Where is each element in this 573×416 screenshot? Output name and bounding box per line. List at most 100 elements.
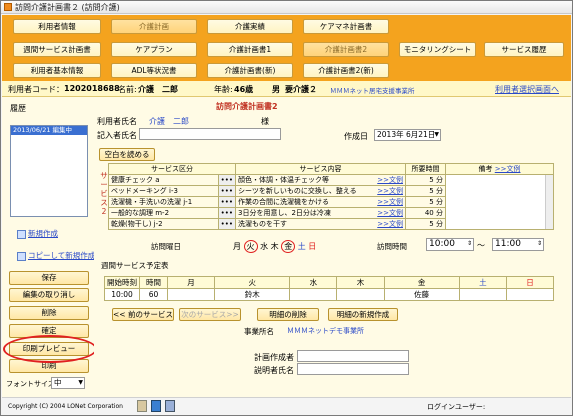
writer-input[interactable] <box>139 128 281 140</box>
menu-user-info[interactable]: 利用者情報 <box>13 19 101 34</box>
chevron-down-icon: ▼ <box>78 379 83 386</box>
day-tue[interactable]: 火 <box>243 240 258 253</box>
service-time[interactable]: 5 分 <box>405 185 446 197</box>
service-time[interactable]: 5 分 <box>405 196 446 208</box>
service-kubun[interactable]: 健康チェック a <box>108 174 219 186</box>
user-name: 介護 二郎 <box>138 85 178 94</box>
save-button[interactable]: 保存 <box>9 271 89 285</box>
example-link[interactable]: >>文例 <box>377 209 403 218</box>
more-button[interactable]: ••• <box>217 174 237 186</box>
planner-label: 計画作成者 <box>254 353 294 362</box>
settings-icon[interactable] <box>165 400 175 412</box>
history-item[interactable]: 2013/06/21 編集中 <box>11 126 87 135</box>
created-date-label: 作成日 <box>344 132 368 141</box>
book-icon[interactable] <box>137 400 147 412</box>
cancel-edit-button[interactable]: 編集の取り消し <box>9 288 89 302</box>
service-content[interactable]: 顔色・体調・体温チェック等 >>文例 <box>235 174 406 186</box>
delete-button[interactable]: 削除 <box>9 306 89 320</box>
day-wed[interactable]: 水 <box>260 242 268 251</box>
start-time-input[interactable]: 10:00 ⇕ <box>426 238 474 251</box>
day-mon[interactable]: 月 <box>233 242 241 251</box>
service-content[interactable]: 作業の合間に洗濯機をかける >>文例 <box>235 196 406 208</box>
menu-care-results[interactable]: 介護実績 <box>207 19 293 34</box>
more-button[interactable]: ••• <box>217 196 237 208</box>
col-fri: 金 <box>383 276 460 289</box>
visit-days: 月 火 水 木 金 土 日 <box>233 240 316 253</box>
service-content[interactable]: 3日分を用意し、2日分は冷凍 >>文例 <box>235 207 406 219</box>
more-button[interactable]: ••• <box>217 185 237 197</box>
table-row[interactable]: 10:00 60 鈴木 佐藤 <box>104 288 555 301</box>
note-example-link[interactable]: >>文例 <box>495 165 521 173</box>
delete-detail-button[interactable]: 明細の削除 <box>257 308 319 321</box>
cell-wed[interactable] <box>289 288 338 301</box>
visit-days-label: 訪問曜日 <box>151 242 181 251</box>
new-detail-button[interactable]: 明細の新規作成 <box>328 308 398 321</box>
spinner-icon[interactable]: ⇕ <box>537 239 542 249</box>
col-wed: 水 <box>289 276 338 289</box>
service-content[interactable]: シーツを新しいものに交換し、整える >>文例 <box>235 185 406 197</box>
menu-basic-info[interactable]: 利用者基本情報 <box>13 63 101 78</box>
cell-mon[interactable] <box>166 288 216 301</box>
spinner-icon[interactable]: ⇕ <box>467 239 472 249</box>
day-sat[interactable]: 土 <box>298 242 306 251</box>
table-row[interactable]: 健康チェック a ••• 顔色・体調・体温チェック等 >>文例 5 分 <box>108 174 554 230</box>
created-date-picker[interactable]: 2013年 6月21日 ▼ <box>374 129 441 141</box>
help-icon[interactable] <box>151 400 161 412</box>
more-button[interactable]: ••• <box>217 218 237 230</box>
menu-plan2-new[interactable]: 介護計画書2(新) <box>303 63 389 78</box>
menu-plan-1[interactable]: 介護計画書1 <box>207 42 293 57</box>
next-service-button[interactable]: 次のサービス>> <box>179 308 241 321</box>
end-time-input[interactable]: 11:00 ⇕ <box>492 238 544 251</box>
more-button[interactable]: ••• <box>217 207 237 219</box>
service-kubun[interactable]: ベッドメーキング i-3 <box>108 185 219 197</box>
name-label: 名前: <box>118 85 137 94</box>
history-list[interactable]: 2013/06/21 編集中 <box>10 125 88 217</box>
cell-duration[interactable]: 60 <box>139 288 168 301</box>
service-kubun[interactable]: 一般的な調理 m-2 <box>108 207 219 219</box>
explainer-label: 説明者氏名 <box>254 366 294 375</box>
planner-input[interactable] <box>297 350 409 362</box>
menu-adl[interactable]: ADL等状況書 <box>111 63 197 78</box>
cell-thu[interactable] <box>336 288 385 301</box>
cell-sun[interactable] <box>505 288 555 301</box>
note-area[interactable] <box>445 174 554 230</box>
scrollbar[interactable] <box>545 175 553 229</box>
font-size-select[interactable]: 中 ▼ <box>51 377 85 389</box>
cell-start[interactable]: 10:00 <box>104 288 140 301</box>
service-time[interactable]: 5 分 <box>405 218 446 230</box>
example-link[interactable]: >>文例 <box>377 176 403 185</box>
menu-careplan[interactable]: ケアプラン <box>111 42 197 57</box>
day-sun[interactable]: 日 <box>308 242 316 251</box>
menu-monitoring[interactable]: モニタリングシート <box>399 42 476 57</box>
service-time[interactable]: 5 分 <box>405 174 446 186</box>
service-time[interactable]: 40 分 <box>405 207 446 219</box>
user-info-bar: 利用者コード： 1202018688 名前: 介護 二郎 年齢: 46歳 男 要… <box>2 81 571 97</box>
menu-care-plan[interactable]: 介護計画 <box>111 19 197 34</box>
example-link[interactable]: >>文例 <box>377 220 403 229</box>
copy-create-link[interactable]: コピーして新規作成 <box>17 250 95 261</box>
cell-tue[interactable]: 鈴木 <box>214 288 291 301</box>
explainer-input[interactable] <box>297 363 409 375</box>
load-blank-button[interactable]: 空白を読める <box>99 148 155 161</box>
new-create-link[interactable]: 新規作成 <box>17 228 58 239</box>
user-code-label: 利用者コード： <box>8 85 64 94</box>
menu-weekly-service[interactable]: 週間サービス計画書 <box>13 42 101 57</box>
service-kubun[interactable]: 洗濯機・手洗いの洗濯 j-1 <box>108 196 219 208</box>
day-fri[interactable]: 金 <box>281 240 296 253</box>
new-create-label: 新規作成 <box>28 229 58 238</box>
example-link[interactable]: >>文例 <box>377 198 403 207</box>
time-value: 5 <box>429 176 434 184</box>
prev-service-button[interactable]: << 前のサービス <box>112 308 174 321</box>
cell-fri[interactable]: 佐藤 <box>383 288 460 301</box>
start-time-value: 10:00 <box>429 239 455 249</box>
day-thu[interactable]: 木 <box>271 242 279 251</box>
menu-plan-new[interactable]: 介護計画書(新) <box>207 63 293 78</box>
service-kubun[interactable]: 乾燥(物干し) j-2 <box>108 218 219 230</box>
menu-plan-2[interactable]: 介護計画書2 <box>303 42 389 57</box>
service-content[interactable]: 洗濯ものを干す >>文例 <box>235 218 406 230</box>
menu-caremanager-plan[interactable]: ケアマネ計画書 <box>303 19 389 34</box>
select-user-link[interactable]: 利用者選択画面へ <box>495 84 559 95</box>
cell-sat[interactable] <box>458 288 507 301</box>
menu-service-history[interactable]: サービス履歴 <box>484 42 564 57</box>
example-link[interactable]: >>文例 <box>377 187 403 196</box>
